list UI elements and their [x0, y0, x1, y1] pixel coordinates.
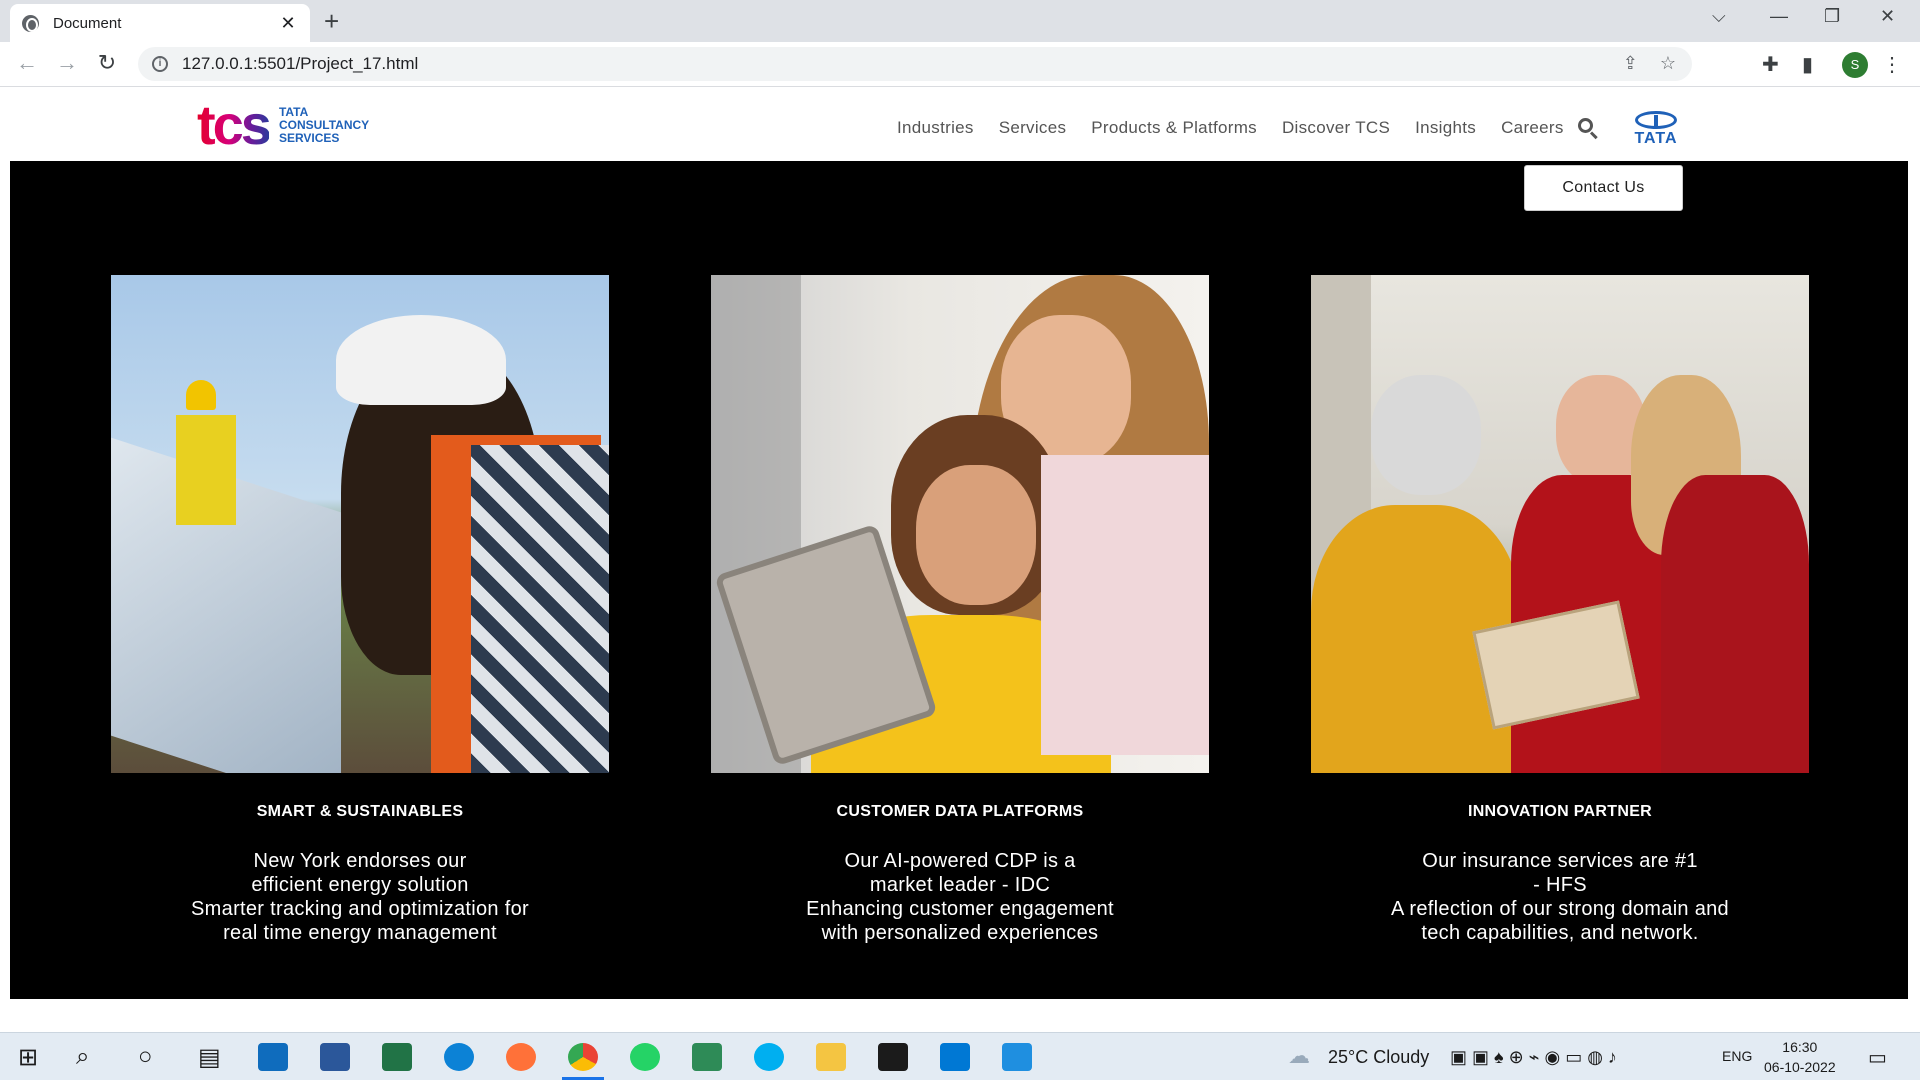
- windows-start-icon[interactable]: ⊞: [18, 1043, 38, 1072]
- browser-tab-strip: Document ✕ + ⌵ — ❐ ✕: [0, 0, 1920, 42]
- tcs-logo[interactable]: tcs TATA CONSULTANCY SERVICES: [197, 93, 370, 156]
- edge-icon[interactable]: [444, 1043, 474, 1071]
- window-close-icon[interactable]: ✕: [1880, 6, 1895, 27]
- tata-logo[interactable]: TATA: [1625, 111, 1687, 151]
- logo-mark: tcs: [197, 93, 272, 156]
- card-line: Our AI-powered CDP is a: [844, 850, 1076, 872]
- tab-title: Document: [53, 14, 122, 32]
- nav-insights[interactable]: Insights: [1415, 118, 1476, 138]
- tata-emblem-icon: [1635, 111, 1677, 129]
- logo-subtitle: TATA CONSULTANCY SERVICES: [278, 104, 370, 145]
- file-explorer-icon[interactable]: [816, 1043, 846, 1071]
- card-line: real time energy management: [223, 922, 497, 944]
- menu-icon[interactable]: ⋮: [1882, 52, 1902, 77]
- word-icon[interactable]: [320, 1043, 350, 1071]
- share-icon[interactable]: ⇪: [1623, 53, 1638, 74]
- solar-engineer-photo: [111, 275, 609, 773]
- card-line: New York endorses our: [253, 850, 467, 872]
- new-tab-button[interactable]: +: [324, 6, 339, 37]
- card-body: Our insurance services are #1 - HFS A re…: [1311, 849, 1809, 945]
- clock[interactable]: 16:30 06-10-2022: [1764, 1037, 1836, 1077]
- card-heading: CUSTOMER DATA PLATFORMS: [836, 803, 1084, 820]
- system-tray-icons[interactable]: ▣ ▣ ♠ ⊕ ⌁ ◉ ▭ ◍ ♪: [1450, 1047, 1617, 1068]
- forward-icon[interactable]: →: [52, 50, 82, 76]
- photos-icon[interactable]: [1002, 1043, 1032, 1071]
- hero-section: Contact Us SMART & SUSTAINABLES New York…: [10, 161, 1908, 999]
- chevron-down-icon[interactable]: ⌵: [1712, 6, 1726, 27]
- windows-taskbar: ⊞ ⌕ ○ ▤ ☁ 25°C Cloudy ▣ ▣ ♠ ⊕ ⌁ ◉ ▭ ◍ ♪ …: [0, 1032, 1920, 1080]
- logo-sub-line: CONSULTANCY: [278, 117, 370, 132]
- minimize-icon[interactable]: —: [1770, 6, 1788, 27]
- restore-icon[interactable]: ❐: [1824, 6, 1840, 27]
- browser-tab[interactable]: Document ✕: [10, 4, 310, 42]
- feature-card: SMART & SUSTAINABLES New York endorses o…: [111, 275, 609, 945]
- whatsapp-icon[interactable]: [630, 1043, 660, 1071]
- weather-text[interactable]: 25°C Cloudy: [1328, 1047, 1429, 1068]
- card-line: Enhancing customer engagement: [806, 898, 1114, 920]
- side-panel-icon[interactable]: ▮: [1802, 52, 1813, 77]
- couple-tablet-photo: [711, 275, 1209, 773]
- tata-wordmark: TATA: [1634, 130, 1678, 147]
- address-bar[interactable]: i 127.0.0.1:5501/Project_17.html ⇪ ☆: [138, 47, 1692, 81]
- logo-sub-line: SERVICES: [278, 130, 340, 145]
- card-line: tech capabilities, and network.: [1421, 922, 1699, 944]
- nav-careers[interactable]: Careers: [1501, 118, 1564, 138]
- card-line: market leader - IDC: [869, 874, 1051, 896]
- card-body: Our AI-powered CDP is a market leader - …: [711, 849, 1209, 945]
- card-line: A reflection of our strong domain and: [1391, 898, 1729, 920]
- site-header: tcs TATA CONSULTANCY SERVICES Industries…: [0, 88, 1920, 161]
- cortana-icon[interactable]: ○: [138, 1043, 153, 1071]
- firefox-icon[interactable]: [506, 1043, 536, 1071]
- site-info-icon[interactable]: i: [152, 56, 168, 72]
- chrome-icon[interactable]: [568, 1043, 598, 1071]
- clock-date: 06-10-2022: [1764, 1059, 1836, 1075]
- nav-services[interactable]: Services: [999, 118, 1067, 138]
- search-icon[interactable]: [1578, 118, 1598, 140]
- card-line: Our insurance services are #1: [1422, 850, 1698, 872]
- extensions-icon[interactable]: ✚: [1762, 52, 1779, 77]
- back-icon[interactable]: ←: [12, 50, 42, 76]
- feature-card: CUSTOMER DATA PLATFORMS Our AI-powered C…: [711, 275, 1209, 945]
- card-heading: SMART & SUSTAINABLES: [256, 803, 464, 820]
- search-taskbar-icon[interactable]: ⌕: [76, 1043, 89, 1071]
- mail-icon[interactable]: [258, 1043, 288, 1071]
- vscode-icon[interactable]: [940, 1043, 970, 1071]
- logo-sub-line: TATA: [278, 104, 309, 119]
- excel-icon[interactable]: [382, 1043, 412, 1071]
- profile-avatar[interactable]: S: [1842, 52, 1868, 78]
- cloud-icon: ☁: [1288, 1043, 1310, 1068]
- contact-us-button[interactable]: Contact Us: [1524, 165, 1683, 211]
- bookmark-star-icon[interactable]: ☆: [1660, 53, 1676, 74]
- card-line: Smarter tracking and optimization for: [191, 898, 529, 920]
- globe-icon: [22, 14, 39, 32]
- feature-card: INNOVATION PARTNER Our insurance service…: [1311, 275, 1809, 945]
- language-indicator[interactable]: ENG: [1722, 1048, 1752, 1064]
- card-heading: INNOVATION PARTNER: [1467, 803, 1653, 820]
- nav-industries[interactable]: Industries: [897, 118, 974, 138]
- tab-close-icon[interactable]: ✕: [278, 13, 298, 34]
- nav-discover-tcs[interactable]: Discover TCS: [1282, 118, 1390, 138]
- team-clipboard-photo: [1311, 275, 1809, 773]
- main-nav: Industries Services Products & Platforms…: [897, 118, 1564, 138]
- skype-icon[interactable]: [754, 1043, 784, 1071]
- browser-toolbar: ← → ↻ i 127.0.0.1:5501/Project_17.html ⇪…: [0, 42, 1920, 87]
- url-text[interactable]: 127.0.0.1:5501/Project_17.html: [182, 54, 418, 74]
- notification-icon[interactable]: ▭: [1868, 1045, 1887, 1070]
- app-icon[interactable]: [692, 1043, 722, 1071]
- reload-icon[interactable]: ↻: [92, 50, 122, 76]
- clock-time: 16:30: [1782, 1039, 1818, 1055]
- terminal-icon[interactable]: [878, 1043, 908, 1071]
- task-view-icon[interactable]: ▤: [198, 1043, 221, 1072]
- card-line: with personalized experiences: [821, 922, 1099, 944]
- card-line: - HFS: [1533, 874, 1587, 896]
- card-body: New York endorses our efficient energy s…: [111, 849, 609, 945]
- card-line: efficient energy solution: [251, 874, 469, 896]
- nav-products-platforms[interactable]: Products & Platforms: [1091, 118, 1257, 138]
